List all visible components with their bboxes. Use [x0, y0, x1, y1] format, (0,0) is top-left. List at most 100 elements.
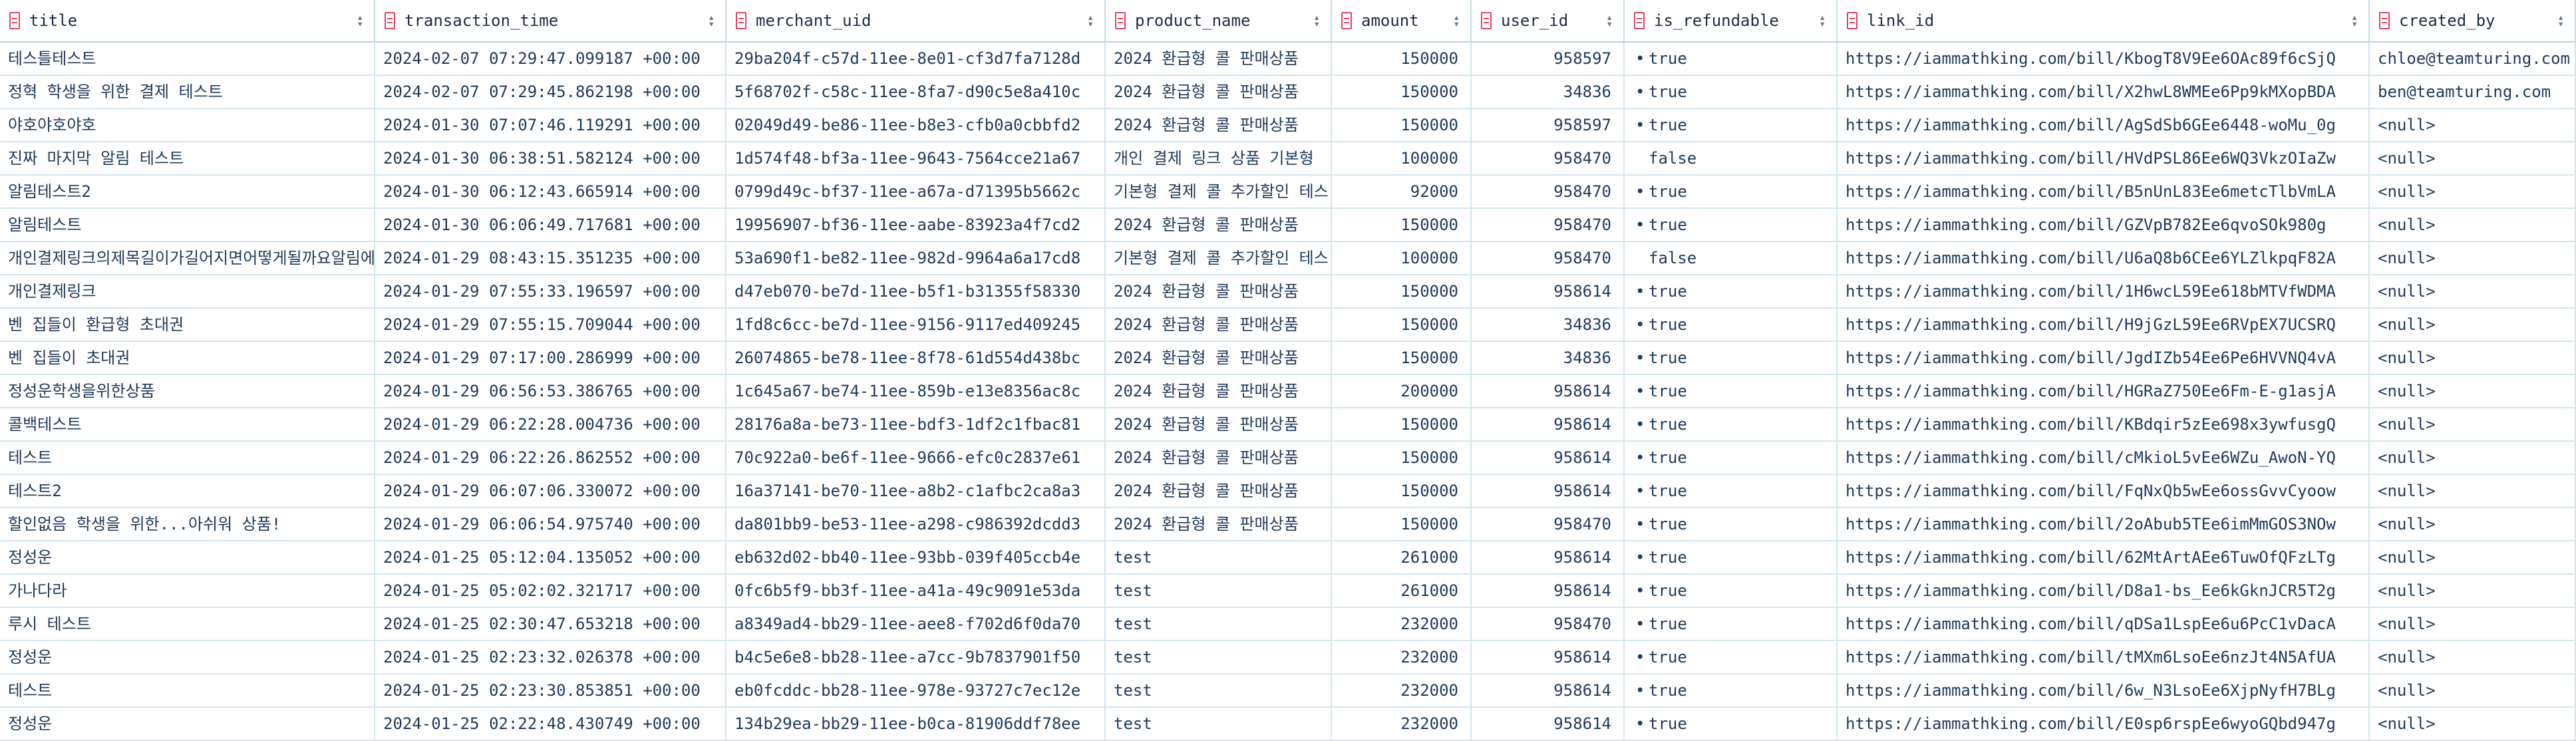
cell-merchant-uid[interactable]: 53a690f1-be82-11ee-982d-9964a6a17cd8	[726, 242, 1106, 275]
cell-transaction-time[interactable]: 2024-01-29 06:22:26.862552 +00:00	[375, 442, 726, 475]
cell-is-refundable[interactable]: • true	[1625, 342, 1838, 375]
cell-merchant-uid[interactable]: da801bb9-be53-11ee-a298-c986392dcdd3	[726, 508, 1106, 541]
cell-is-refundable[interactable]: • true	[1625, 209, 1838, 242]
cell-product-name[interactable]: 개인 결제 링크 상품 기본형	[1106, 142, 1332, 176]
cell-link-id[interactable]: https://iammathking.com/bill/KbogT8V9Ee6…	[1838, 43, 2370, 76]
cell-user-id[interactable]: 958614	[1472, 674, 1625, 708]
cell-transaction-time[interactable]: 2024-02-07 07:29:47.099187 +00:00	[375, 43, 726, 76]
cell-is-refundable[interactable]: • true	[1625, 176, 1838, 209]
cell-transaction-time[interactable]: 2024-01-30 07:07:46.119291 +00:00	[375, 109, 726, 142]
cell-transaction-time[interactable]: 2024-01-30 06:06:49.717681 +00:00	[375, 209, 726, 242]
cell-user-id[interactable]: 958614	[1472, 541, 1625, 575]
cell-amount[interactable]: 150000	[1332, 209, 1472, 242]
cell-product-name[interactable]: test	[1106, 541, 1332, 575]
cell-created-by[interactable]: <null>	[2370, 442, 2576, 475]
cell-merchant-uid[interactable]: eb632d02-bb40-11ee-93bb-039f405ccb4e	[726, 541, 1106, 575]
cell-product-name[interactable]: 2024 환급형 콜 판매상품	[1106, 508, 1332, 541]
cell-user-id[interactable]: 958470	[1472, 242, 1625, 275]
cell-title[interactable]: 테스틀테스트	[0, 43, 375, 76]
cell-created-by[interactable]: <null>	[2370, 708, 2576, 741]
cell-title[interactable]: 야호야호야호	[0, 109, 375, 142]
cell-product-name[interactable]: test	[1106, 575, 1332, 608]
cell-is-refundable[interactable]: false	[1625, 142, 1838, 176]
cell-created-by[interactable]: <null>	[2370, 375, 2576, 408]
cell-amount[interactable]: 261000	[1332, 575, 1472, 608]
cell-user-id[interactable]: 958614	[1472, 375, 1625, 408]
cell-link-id[interactable]: https://iammathking.com/bill/62MtArtAEe6…	[1838, 541, 2370, 575]
cell-user-id[interactable]: 958470	[1472, 508, 1625, 541]
cell-created-by[interactable]: <null>	[2370, 342, 2576, 375]
cell-amount[interactable]: 150000	[1332, 408, 1472, 442]
cell-is-refundable[interactable]: • true	[1625, 309, 1838, 342]
cell-title[interactable]: 테스트2	[0, 475, 375, 508]
column-header-merchant-uid[interactable]: merchant_uid ▴ ▾	[726, 0, 1106, 43]
cell-is-refundable[interactable]: • true	[1625, 541, 1838, 575]
cell-user-id[interactable]: 958614	[1472, 475, 1625, 508]
cell-transaction-time[interactable]: 2024-01-29 07:55:33.196597 +00:00	[375, 275, 726, 309]
cell-merchant-uid[interactable]: 26074865-be78-11ee-8f78-61d554d438bc	[726, 342, 1106, 375]
cell-amount[interactable]: 100000	[1332, 142, 1472, 176]
column-header-transaction-time[interactable]: transaction_time ▴ ▾	[375, 0, 726, 43]
cell-is-refundable[interactable]: • true	[1625, 475, 1838, 508]
cell-amount[interactable]: 150000	[1332, 76, 1472, 109]
column-header-user-id[interactable]: user_id ▴ ▾	[1472, 0, 1625, 43]
cell-amount[interactable]: 100000	[1332, 242, 1472, 275]
cell-transaction-time[interactable]: 2024-01-29 07:55:15.709044 +00:00	[375, 309, 726, 342]
cell-merchant-uid[interactable]: 28176a8a-be73-11ee-bdf3-1df2c1fbac81	[726, 408, 1106, 442]
cell-user-id[interactable]: 958470	[1472, 142, 1625, 176]
cell-link-id[interactable]: https://iammathking.com/bill/6w_N3LsoEe6…	[1838, 674, 2370, 708]
cell-amount[interactable]: 150000	[1332, 475, 1472, 508]
cell-title[interactable]: 정성운	[0, 708, 375, 741]
sort-icon[interactable]: ▴ ▾	[1819, 12, 1826, 29]
cell-amount[interactable]: 150000	[1332, 508, 1472, 541]
cell-link-id[interactable]: https://iammathking.com/bill/U6aQ8b6CEe6…	[1838, 242, 2370, 275]
cell-created-by[interactable]: <null>	[2370, 475, 2576, 508]
cell-link-id[interactable]: https://iammathking.com/bill/KBdqir5zEe6…	[1838, 408, 2370, 442]
cell-created-by[interactable]: chloe@teamturing.com	[2370, 43, 2576, 76]
cell-is-refundable[interactable]: • true	[1625, 76, 1838, 109]
cell-created-by[interactable]: <null>	[2370, 641, 2576, 674]
cell-transaction-time[interactable]: 2024-01-25 05:02:02.321717 +00:00	[375, 575, 726, 608]
cell-user-id[interactable]: 958614	[1472, 641, 1625, 674]
cell-amount[interactable]: 150000	[1332, 43, 1472, 76]
cell-user-id[interactable]: 958470	[1472, 209, 1625, 242]
cell-merchant-uid[interactable]: 5f68702f-c58c-11ee-8fa7-d90c5e8a410c	[726, 76, 1106, 109]
cell-merchant-uid[interactable]: a8349ad4-bb29-11ee-aee8-f702d6f0da70	[726, 608, 1106, 641]
cell-product-name[interactable]: 2024 환급형 콜 판매상품	[1106, 109, 1332, 142]
cell-is-refundable[interactable]: • true	[1625, 608, 1838, 641]
cell-transaction-time[interactable]: 2024-01-25 05:12:04.135052 +00:00	[375, 541, 726, 575]
cell-is-refundable[interactable]: • true	[1625, 442, 1838, 475]
cell-user-id[interactable]: 34836	[1472, 309, 1625, 342]
cell-link-id[interactable]: https://iammathking.com/bill/JgdIZb54Ee6…	[1838, 342, 2370, 375]
cell-product-name[interactable]: test	[1106, 608, 1332, 641]
cell-link-id[interactable]: https://iammathking.com/bill/cMkioL5vEe6…	[1838, 442, 2370, 475]
cell-amount[interactable]: 232000	[1332, 674, 1472, 708]
cell-is-refundable[interactable]: • true	[1625, 43, 1838, 76]
cell-created-by[interactable]: <null>	[2370, 608, 2576, 641]
cell-link-id[interactable]: https://iammathking.com/bill/AgSdSb6GEe6…	[1838, 109, 2370, 142]
cell-link-id[interactable]: https://iammathking.com/bill/HGRaZ750Ee6…	[1838, 375, 2370, 408]
cell-user-id[interactable]: 958597	[1472, 43, 1625, 76]
cell-transaction-time[interactable]: 2024-02-07 07:29:45.862198 +00:00	[375, 76, 726, 109]
cell-transaction-time[interactable]: 2024-01-29 06:07:06.330072 +00:00	[375, 475, 726, 508]
cell-merchant-uid[interactable]: 0fc6b5f9-bb3f-11ee-a41a-49c9091e53da	[726, 575, 1106, 608]
cell-merchant-uid[interactable]: eb0fcddc-bb28-11ee-978e-93727c7ec12e	[726, 674, 1106, 708]
cell-is-refundable[interactable]: • true	[1625, 109, 1838, 142]
cell-merchant-uid[interactable]: 02049d49-be86-11ee-b8e3-cfb0a0cbbfd2	[726, 109, 1106, 142]
cell-title[interactable]: 정성운	[0, 641, 375, 674]
cell-user-id[interactable]: 958614	[1472, 275, 1625, 309]
cell-created-by[interactable]: <null>	[2370, 575, 2576, 608]
sort-icon[interactable]: ▴ ▾	[357, 12, 363, 29]
cell-link-id[interactable]: https://iammathking.com/bill/B5nUnL83Ee6…	[1838, 176, 2370, 209]
cell-user-id[interactable]: 958614	[1472, 708, 1625, 741]
cell-link-id[interactable]: https://iammathking.com/bill/D8a1-bs_Ee6…	[1838, 575, 2370, 608]
cell-user-id[interactable]: 958614	[1472, 575, 1625, 608]
cell-created-by[interactable]: <null>	[2370, 109, 2576, 142]
column-header-title[interactable]: title ▴ ▾	[0, 0, 375, 43]
cell-link-id[interactable]: https://iammathking.com/bill/GZVpB782Ee6…	[1838, 209, 2370, 242]
cell-amount[interactable]: 150000	[1332, 275, 1472, 309]
cell-transaction-time[interactable]: 2024-01-25 02:23:30.853851 +00:00	[375, 674, 726, 708]
cell-product-name[interactable]: 2024 환급형 콜 판매상품	[1106, 209, 1332, 242]
sort-icon[interactable]: ▴ ▾	[2351, 12, 2358, 29]
sort-icon[interactable]: ▴ ▾	[1313, 12, 1320, 29]
